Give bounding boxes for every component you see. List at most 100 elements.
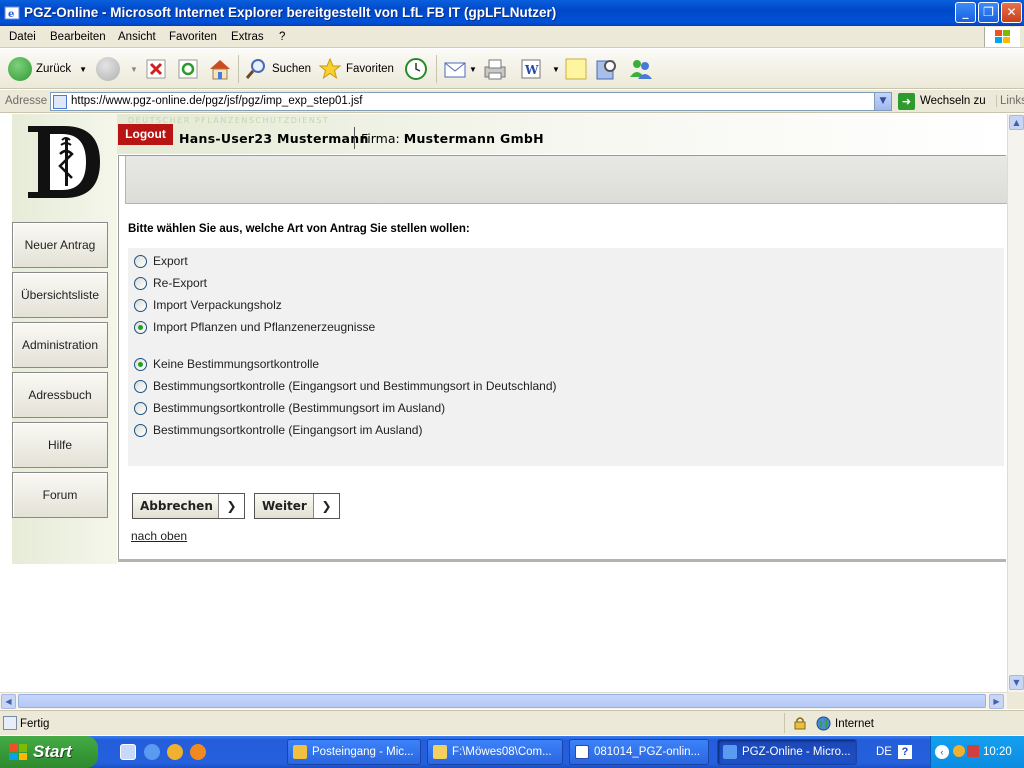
ie-icon [723,745,737,759]
windows-logo-icon [984,27,1020,47]
radio-import-pflanzen[interactable]: Import Pflanzen und Pflanzenerzeugnisse [134,319,375,335]
task-posteingang[interactable]: Posteingang - Mic... [287,739,421,765]
svg-text:W: W [524,63,539,77]
language-indicator[interactable]: DE [876,746,892,758]
search-icon [245,59,265,79]
media-player-icon[interactable] [190,744,206,760]
scroll-up-icon[interactable]: ▲ [1009,115,1024,130]
start-button[interactable]: Start [0,736,98,768]
back-arrow-icon [8,57,32,81]
refresh-button[interactable] [178,55,198,83]
scroll-corner [1007,692,1024,709]
radio-kontrolle-eingangsort-ausland[interactable]: Bestimmungsortkontrolle (Eingangsort im … [134,422,422,438]
print-button[interactable] [482,55,508,83]
close-button[interactable]: ✕ [1001,2,1022,23]
clock-quicklaunch-icon[interactable] [167,744,183,760]
address-dropdown-icon[interactable]: ▼ [874,93,891,110]
horizontal-scrollbar[interactable]: ◀ ▶ [0,692,1007,709]
back-to-top-link[interactable]: nach oben [131,529,187,543]
stop-icon [146,59,166,79]
scroll-right-icon[interactable]: ▶ [989,694,1004,709]
menu-datei[interactable]: Datei [9,31,36,43]
radio-button[interactable] [134,423,147,437]
radio-button-selected[interactable] [134,357,147,371]
nav-uebersichtsliste[interactable]: Übersichtsliste [12,272,108,318]
star-icon [318,57,342,80]
help-icon[interactable]: ? [898,745,912,759]
radio-button[interactable] [134,254,147,268]
notes-button[interactable] [564,55,588,83]
mail-button[interactable]: ▼ [443,55,477,83]
minimize-button[interactable]: _ [955,2,976,23]
research-button[interactable] [595,55,619,83]
tray-clock-icon[interactable] [953,745,965,757]
back-label: Zurück [36,63,72,75]
radio-re-export[interactable]: Re-Export [134,275,207,291]
scroll-thumb[interactable] [18,694,986,708]
nav-adressbuch[interactable]: Adressbuch [12,372,108,418]
nav-neuer-antrag[interactable]: Neuer Antrag [12,222,108,268]
radio-button[interactable] [134,276,147,290]
stop-button[interactable] [146,55,166,83]
radio-import-verpackungsholz[interactable]: Import Verpackungsholz [134,297,282,313]
favorites-button[interactable]: Favoriten [318,55,394,83]
forward-button[interactable]: ▼ [96,55,138,83]
radio-kontrolle-deutschland[interactable]: Bestimmungsortkontrolle (Eingangsort und… [134,378,557,394]
scroll-left-icon[interactable]: ◀ [1,694,16,709]
radio-label: Bestimmungsortkontrolle (Eingangsort und… [153,379,557,393]
search-label: Suchen [272,63,312,75]
radio-button[interactable] [134,379,147,393]
radio-export[interactable]: Export [134,253,188,269]
task-pgz-online[interactable]: PGZ-Online - Micro... [717,739,857,765]
radio-label: Import Verpackungsholz [153,298,282,312]
address-url[interactable]: https://www.pgz-online.de/pgz/jsf/pgz/im… [71,95,363,107]
scroll-down-icon[interactable]: ▼ [1009,675,1024,690]
mail-icon [444,62,466,78]
ie-quicklaunch-icon[interactable] [144,744,160,760]
radio-button-selected[interactable] [134,320,147,334]
tray-expand-icon[interactable]: ‹ [935,745,949,759]
status-text: Fertig [20,718,50,730]
cancel-button[interactable]: Abbrechen ❯ [132,493,245,519]
clock[interactable]: 10:20 [983,746,1012,758]
tray-app-icon[interactable] [967,745,979,757]
radio-button[interactable] [134,401,147,415]
nav-hilfe[interactable]: Hilfe [12,422,108,468]
address-field[interactable]: https://www.pgz-online.de/pgz/jsf/pgz/im… [50,92,892,111]
task-word-document[interactable]: 081014_PGZ-onlin... [569,739,709,765]
task-explorer-folder[interactable]: F:\Möwes08\Com... [427,739,563,765]
menu-extras[interactable]: Extras [231,31,264,43]
word-doc-icon [575,745,589,759]
page-done-icon [3,716,17,730]
show-desktop-icon[interactable] [120,744,136,760]
go-arrow-icon[interactable]: ➜ [898,93,915,110]
nav-administration[interactable]: Administration [12,322,108,368]
home-button[interactable] [208,55,232,83]
nav-forum[interactable]: Forum [12,472,108,518]
search-button[interactable]: Suchen [244,55,311,83]
menu-ansicht[interactable]: Ansicht [118,31,156,43]
edit-button[interactable]: W ▼ [520,55,560,83]
messenger-icon [630,60,652,79]
pflanzenschutzdienst-logo [28,126,100,198]
folder-icon [433,745,447,759]
logout-button[interactable]: Logout [118,124,173,145]
history-button[interactable] [404,55,428,83]
links-button[interactable]: Links [996,95,1024,107]
messenger-button[interactable] [628,55,654,83]
company-label: Firma: [361,131,400,146]
radio-label: Export [153,254,188,268]
back-button[interactable]: Zurück ▼ [8,55,87,83]
vertical-scrollbar[interactable]: ▲ ▼ [1007,114,1024,692]
globe-icon [816,716,831,731]
restore-button[interactable]: ❐ [978,2,999,23]
menu-favoriten[interactable]: Favoriten [169,31,217,43]
menu-help[interactable]: ? [279,31,285,43]
go-button[interactable]: Wechseln zu [920,95,986,107]
radio-keine-kontrolle[interactable]: Keine Bestimmungsortkontrolle [134,356,319,372]
radio-button[interactable] [134,298,147,312]
radio-kontrolle-bestimmungsort-ausland[interactable]: Bestimmungsortkontrolle (Bestimmungsort … [134,400,445,416]
next-button[interactable]: Weiter ❯ [254,493,340,519]
radio-label: Bestimmungsortkontrolle (Bestimmungsort … [153,401,446,415]
menu-bearbeiten[interactable]: Bearbeiten [50,31,106,43]
